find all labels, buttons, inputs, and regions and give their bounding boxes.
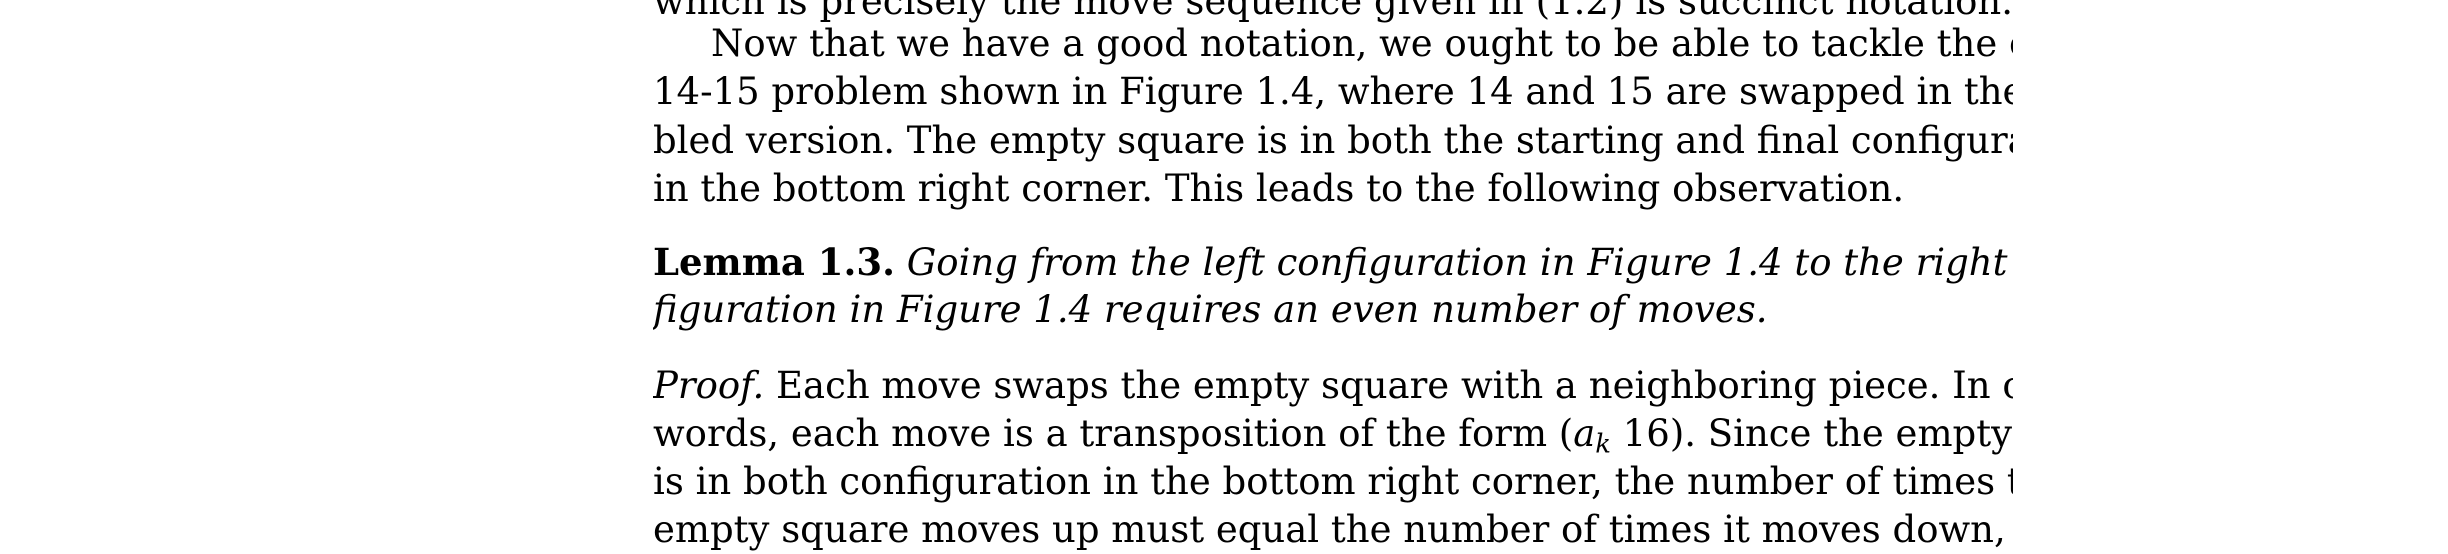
paragraph-line-text: in the bottom right corner. This leads t… [653,167,1905,210]
paragraph-line: Now that we have a good notation, we oug… [653,20,2013,68]
paragraph-line-text: 14-15 problem shown in Figure 1.4, where… [653,70,2013,113]
proof-text: empty square moves up must equal the num… [653,508,2013,551]
paragraph-line: bled version. The empty square is in bot… [653,117,2013,165]
lemma-label: Lemma 1.3. [653,240,895,284]
proof-text: words, each move is a transposition of t… [653,412,1574,455]
proof-text: Each move swaps the empty square with a … [776,364,2013,407]
paragraph-line: 14-15 problem shown in Figure 1.4, where… [653,68,2013,116]
lemma-line: figuration in Figure 1.4 requires an eve… [653,286,2013,334]
math-number: 16 [1611,412,1670,455]
math-subscript: k [1595,429,1611,458]
math-variable: a [1573,412,1596,455]
proof-label: Proof. [653,364,765,407]
lemma-text: figuration in Figure 1.4 requires an eve… [653,288,1768,331]
paragraph-line-text: bled version. The empty square is in bot… [653,119,2013,162]
proof-line: words, each move is a transposition of t… [653,410,2013,458]
proof-line: Proof. Each move swaps the empty square … [653,362,2013,410]
lemma-line: Lemma 1.3. Going from the left configura… [653,238,2013,286]
lemma-text: Going from the left configuration in Fig… [906,241,2013,284]
paragraph-line: in the bottom right corner. This leads t… [653,165,2013,213]
paragraph-line-text: Now that we have a good notation, we oug… [711,22,2013,65]
proof-text: ). Since the empty square [1669,412,2013,455]
proof-line: is in both configuration in the bottom r… [653,458,2013,506]
proof-text: is in both configuration in the bottom r… [653,460,2013,503]
proof-line-partial-bottom: empty square moves up must equal the num… [653,506,2013,554]
